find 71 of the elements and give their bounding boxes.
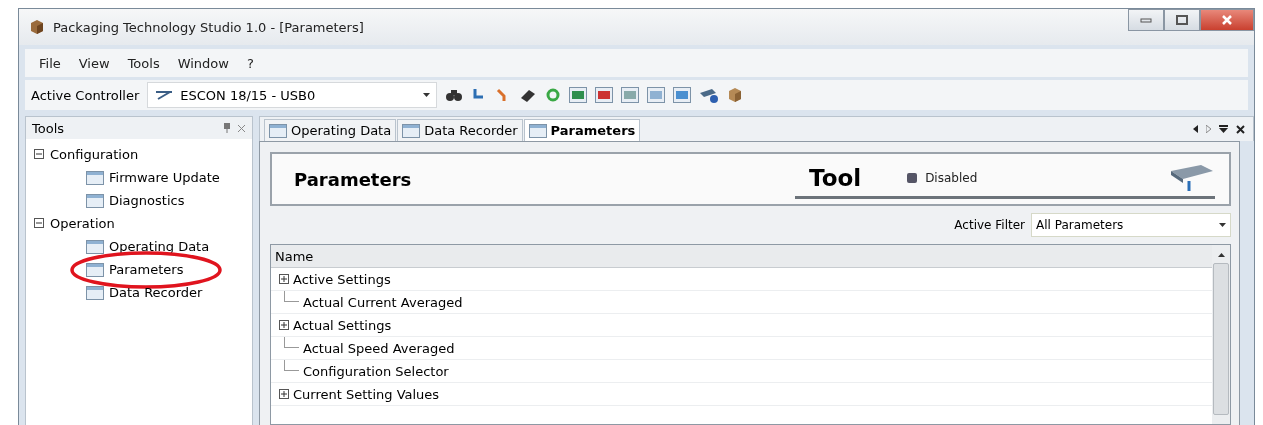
scroll-right-icon[interactable] xyxy=(1206,124,1211,133)
window-icon[interactable] xyxy=(673,87,692,103)
window-icon[interactable] xyxy=(647,87,666,103)
status-label: Disabled xyxy=(924,170,979,185)
window-icon[interactable] xyxy=(569,87,588,103)
binoculars-icon[interactable] xyxy=(445,88,464,102)
controller-label: Active Controller xyxy=(31,87,140,103)
box-icon[interactable] xyxy=(727,87,744,103)
menu-item[interactable]: Window xyxy=(177,55,229,71)
box-icon xyxy=(29,19,45,35)
eraser-icon[interactable] xyxy=(519,88,538,102)
maximize-icon xyxy=(1176,15,1188,25)
window-icon xyxy=(86,239,104,254)
caret-icon xyxy=(1219,223,1226,227)
menu-item[interactable]: Tools xyxy=(127,55,160,71)
window-icon xyxy=(528,123,547,138)
collapse-icon[interactable] xyxy=(34,218,44,228)
expand-icon[interactable] xyxy=(279,273,289,284)
controller-icon xyxy=(154,89,175,101)
scrollbar[interactable] xyxy=(1212,245,1230,424)
tool-title: Tool xyxy=(809,164,862,191)
collapse-icon[interactable] xyxy=(34,149,44,159)
window-icon xyxy=(402,123,421,138)
window-icon xyxy=(86,285,104,300)
row-label[interactable]: Actual Speed Averaged xyxy=(303,340,455,356)
row-label[interactable]: Current Setting Values xyxy=(293,386,440,402)
document-tab[interactable]: Data Recorder xyxy=(397,119,523,141)
window-icon[interactable] xyxy=(621,87,640,103)
expand-icon[interactable] xyxy=(279,388,289,399)
tree-item[interactable]: Operating Data xyxy=(109,239,210,254)
window-icon xyxy=(86,193,104,208)
window-icon xyxy=(86,262,104,277)
close-icon[interactable] xyxy=(1236,124,1245,134)
row-label[interactable]: Actual Settings xyxy=(293,317,392,333)
panel-title: Tools xyxy=(32,120,66,136)
maximize-button[interactable] xyxy=(1164,9,1200,31)
filter-label: Active Filter xyxy=(954,218,1025,232)
controller-dropdown[interactable]: ESCON 18/15 - USB0 xyxy=(147,82,438,108)
row-label[interactable]: Configuration Selector xyxy=(303,363,449,379)
menu-item[interactable]: ? xyxy=(246,55,254,71)
column-header[interactable]: Name xyxy=(271,245,1212,268)
window-icon xyxy=(269,123,287,138)
caret-icon xyxy=(423,93,431,97)
document-tab[interactable]: Operating Data xyxy=(264,119,397,141)
dropdown-icon[interactable] xyxy=(1219,124,1228,133)
tree-item[interactable]: Diagnostics xyxy=(109,193,185,208)
tree-item[interactable]: Parameters xyxy=(109,262,184,277)
minimize-icon xyxy=(1140,17,1152,23)
tree-item[interactable]: Firmware Update xyxy=(109,170,220,185)
menu-item[interactable]: View xyxy=(78,55,110,71)
tree-item[interactable]: Configuration xyxy=(50,147,139,162)
window-icon[interactable] xyxy=(595,87,614,103)
close-button[interactable] xyxy=(1200,9,1254,31)
status-indicator-icon xyxy=(907,172,918,183)
scroll-left-icon[interactable] xyxy=(1193,124,1198,133)
scroll-up-icon xyxy=(1217,251,1225,259)
view-title: Parameters xyxy=(294,168,413,190)
device-info-icon[interactable] xyxy=(699,87,720,103)
expand-icon[interactable] xyxy=(279,319,289,330)
document-tab[interactable]: Parameters xyxy=(523,119,641,141)
row-label[interactable]: Actual Current Averaged xyxy=(303,294,463,310)
refresh-icon[interactable] xyxy=(545,87,562,103)
tree-item[interactable]: Data Recorder xyxy=(109,285,203,300)
window-icon xyxy=(86,170,104,185)
close-icon xyxy=(1221,15,1233,25)
tree-item[interactable]: Operation xyxy=(50,216,115,231)
filter-dropdown[interactable]: All Parameters xyxy=(1031,213,1231,237)
menu-item[interactable]: File xyxy=(39,55,61,71)
window-title: Packaging Technology Studio 1.0 - [Parameters] xyxy=(53,19,365,35)
pin-icon[interactable] xyxy=(223,123,231,133)
row-label[interactable]: Active Settings xyxy=(293,271,391,287)
